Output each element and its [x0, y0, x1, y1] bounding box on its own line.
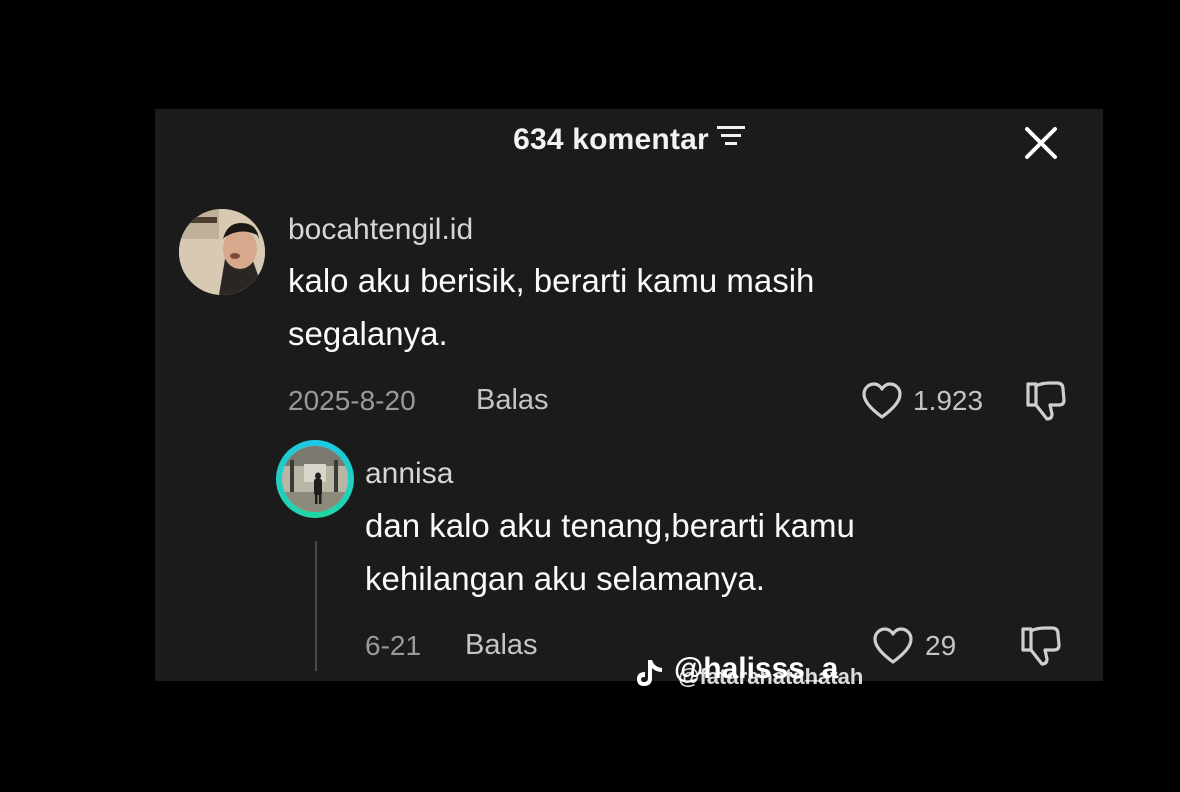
reply-button[interactable]: Balas [476, 384, 549, 417]
comments-header: 634 komentar [155, 123, 1103, 157]
heart-icon[interactable] [872, 626, 914, 671]
avatar[interactable] [282, 446, 348, 512]
reply-date: 6-21 [365, 630, 422, 661]
reply-text-line: kehilangan aku selamanya. [365, 560, 765, 597]
reply-username[interactable]: annisa [365, 457, 453, 491]
comment-count-title: 634 komentar [513, 123, 709, 156]
like-count: 1.923 [913, 385, 984, 416]
close-icon[interactable] [1021, 123, 1061, 163]
thread-line [315, 541, 317, 671]
reply-text-line: dan kalo aku tenang,berarti kamu [365, 507, 855, 544]
filter-icon[interactable] [716, 121, 745, 155]
avatar[interactable] [179, 209, 265, 295]
tiktok-logo-icon [632, 658, 668, 698]
comment-text-line: kalo aku berisik, berarti kamu masih [288, 262, 815, 299]
dislike-icon[interactable] [1023, 379, 1067, 428]
comments-panel: 634 komentar bocahtengil.id kalo aku ber… [155, 109, 1103, 681]
heart-icon[interactable] [861, 381, 903, 426]
comment-username[interactable]: bocahtengil.id [288, 213, 473, 247]
reply-button[interactable]: Balas [465, 629, 538, 662]
like-count: 29 [925, 630, 957, 661]
comment-text-line: segalanya. [288, 315, 448, 352]
dislike-icon[interactable] [1018, 624, 1062, 673]
watermark-overlay-handle: @fatarahatahatah [678, 664, 864, 689]
comment-date: 2025-8-20 [288, 385, 416, 416]
